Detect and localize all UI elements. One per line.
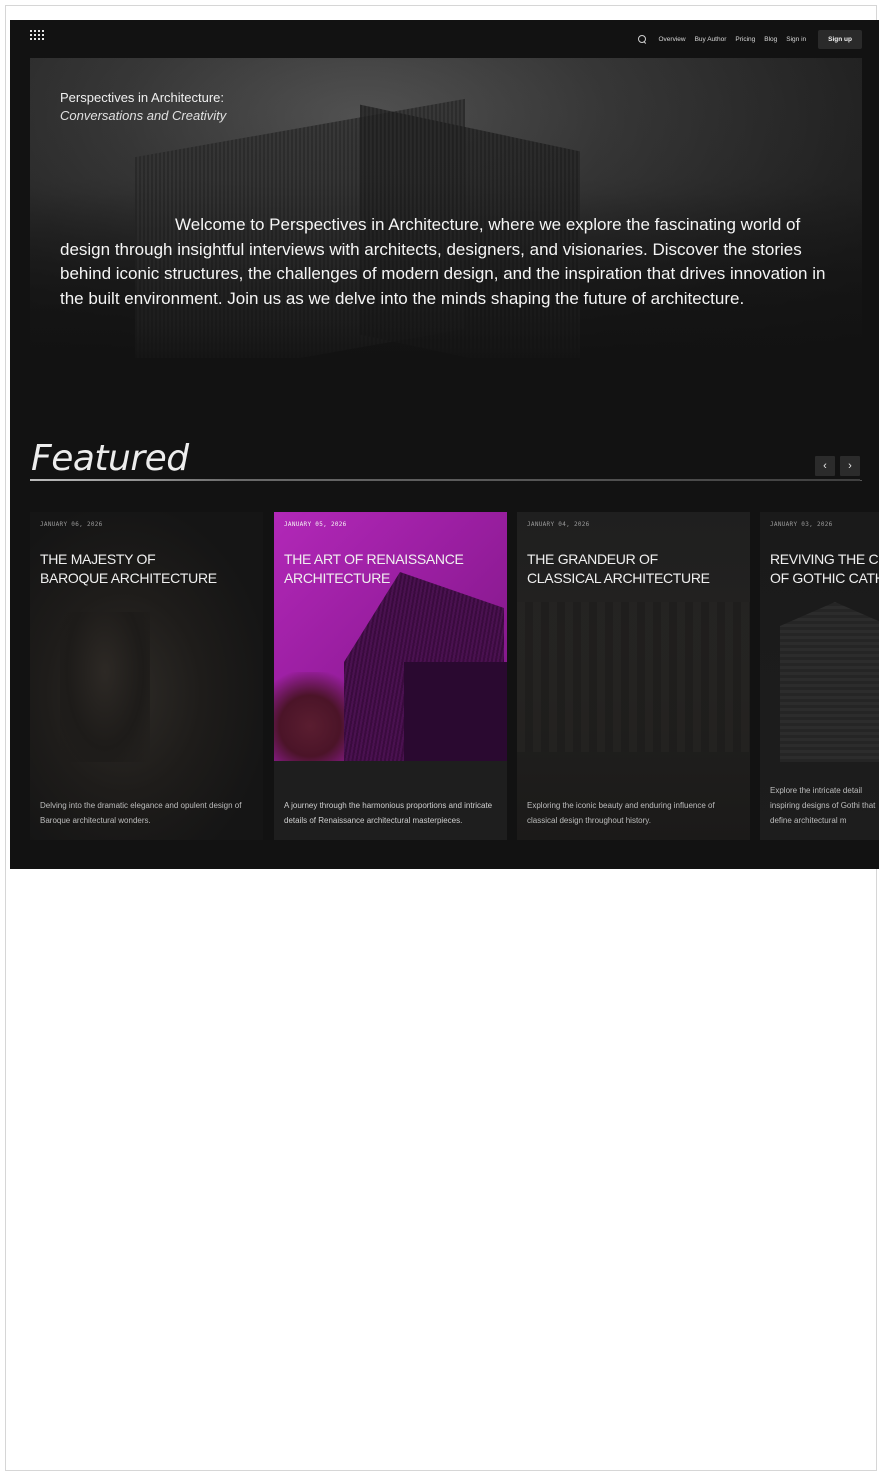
featured-card-baroque[interactable]: JANUARY 06, 2026 THE MAJESTY OF BAROQUE … (30, 512, 263, 840)
hero-subtitle: Conversations and Creativity (60, 108, 227, 123)
card-title: REVIVING THE CH OF GOTHIC CATH (770, 551, 879, 586)
chevron-right-icon: › (848, 460, 852, 472)
top-nav: Overview Buy Author Pricing Blog Sign in… (10, 20, 879, 58)
carousel-next-button[interactable]: › (840, 456, 860, 476)
card-title: THE GRANDEUR OF CLASSICAL ARCHITECTURE (527, 551, 710, 586)
featured-card-renaissance[interactable]: JANUARY 05, 2026 THE ART OF RENAISSANCE … (274, 512, 507, 840)
nav-link-blog[interactable]: Blog (764, 36, 777, 43)
hero-intro-text: Welcome to Perspectives in Architecture,… (60, 215, 826, 308)
featured-card-classical[interactable]: JANUARY 04, 2026 THE GRANDEUR OF CLASSIC… (517, 512, 750, 840)
featured-heading: Featured (31, 438, 189, 479)
nav-link-pricing[interactable]: Pricing (735, 36, 755, 43)
carousel-prev-button[interactable]: ‹ (815, 456, 835, 476)
card-description: Explore the intricate detail inspiring d… (770, 786, 876, 825)
card-title: THE MAJESTY OF BAROQUE ARCHITECTURE (40, 551, 217, 586)
card-date: JANUARY 06, 2026 (40, 521, 103, 528)
nav-link-overview[interactable]: Overview (658, 36, 685, 43)
hero-title: Perspectives in Architecture: (60, 90, 225, 105)
card-description: Exploring the iconic beauty and enduring… (527, 801, 715, 825)
nav-menu: Overview Buy Author Pricing Blog Sign in… (638, 29, 862, 49)
search-icon[interactable] (638, 34, 647, 44)
featured-card-gothic[interactable]: JANUARY 03, 2026 REVIVING THE CH OF GOTH… (760, 512, 879, 840)
card-title: THE ART OF RENAISSANCE ARCHITECTURE (284, 551, 464, 586)
card-description: A journey through the harmonious proport… (284, 801, 493, 825)
hero-banner: Perspectives in Architecture: Conversati… (30, 58, 862, 358)
nav-link-sign-in[interactable]: Sign in (786, 36, 806, 43)
card-date: JANUARY 04, 2026 (527, 521, 590, 528)
nav-link-buy-author[interactable]: Buy Author (695, 36, 727, 43)
card-date: JANUARY 03, 2026 (770, 521, 833, 528)
card-date: JANUARY 05, 2026 (284, 521, 347, 528)
card-description: Delving into the dramatic elegance and o… (40, 801, 242, 825)
chevron-left-icon: ‹ (823, 460, 827, 472)
sign-up-button[interactable]: Sign up (818, 29, 862, 49)
grid-dots-icon[interactable] (30, 30, 44, 44)
site-page: Overview Buy Author Pricing Blog Sign in… (10, 20, 879, 869)
